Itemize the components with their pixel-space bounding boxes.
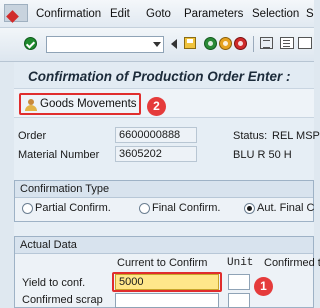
- yield-value: 5000: [119, 276, 144, 288]
- status-label: Status:: [233, 130, 268, 142]
- cancel-icon[interactable]: [234, 37, 247, 50]
- page-title: Confirmation of Production Order Enter :: [28, 69, 291, 84]
- status-value: REL MSP: [272, 130, 320, 142]
- scrap-unit-field[interactable]: [228, 293, 250, 308]
- actual-data-title: Actual Data: [15, 237, 313, 254]
- material-value: 3605202: [119, 148, 162, 160]
- person-icon: [24, 99, 37, 111]
- order-label: Order: [18, 130, 47, 142]
- radio-aut-final-confirm[interactable]: [244, 203, 255, 214]
- scrap-label: Confirmed scrap: [22, 294, 103, 306]
- partial-confirm-label: Partial Confirm.: [35, 202, 111, 214]
- material-field: 3605202: [115, 146, 197, 162]
- radio-partial-confirm[interactable]: [22, 203, 33, 214]
- exit-icon[interactable]: [204, 37, 217, 50]
- command-field[interactable]: [46, 36, 164, 53]
- radio-final-confirm[interactable]: [139, 203, 150, 214]
- title-bar: Confirmation of Production Order Enter :: [14, 62, 314, 88]
- yield-input[interactable]: 5000: [115, 274, 219, 290]
- col-unit: Unit: [227, 257, 254, 269]
- confirmation-type-title: Confirmation Type: [15, 181, 313, 198]
- enter-icon[interactable]: [24, 37, 37, 50]
- goods-movements-label: Goods Movements: [40, 98, 137, 110]
- order-value: 6600000888: [119, 129, 181, 141]
- yield-unit-field[interactable]: [228, 274, 250, 290]
- yield-label: Yield to conf.: [22, 277, 86, 289]
- save-icon[interactable]: [184, 37, 196, 49]
- toolbar-separator: [253, 36, 254, 52]
- menu-bar: Confirmation Edit Goto Parameters Select…: [0, 0, 314, 28]
- menu-edit[interactable]: Edit: [110, 8, 130, 20]
- col-confirmed-to: Confirmed to: [264, 257, 320, 269]
- aut-final-confirm-label: Aut. Final C: [257, 202, 315, 214]
- back-icon[interactable]: [171, 39, 177, 49]
- menu-selection[interactable]: Selection: [252, 8, 299, 20]
- standard-toolbar: [0, 28, 314, 62]
- menu-parameters[interactable]: Parameters: [184, 8, 243, 20]
- material-description: BLU R 50 H: [233, 149, 292, 161]
- confirmation-type-group: Confirmation Type: [14, 180, 314, 222]
- col-current-to-confirm: Current to Confirm: [117, 257, 208, 269]
- find-icon[interactable]: [280, 37, 294, 49]
- callout-badge-1: 1: [254, 277, 273, 296]
- menu-confirmation[interactable]: Confirmation: [36, 8, 101, 20]
- order-field: 6600000888: [115, 127, 197, 143]
- up-icon[interactable]: [219, 37, 232, 50]
- menu-system[interactable]: S: [306, 8, 314, 20]
- print-icon[interactable]: [260, 37, 273, 49]
- material-label: Material Number: [18, 149, 100, 161]
- scrap-input[interactable]: [115, 293, 219, 308]
- chevron-down-icon[interactable]: [153, 42, 161, 47]
- menu-goto[interactable]: Goto: [146, 8, 171, 20]
- callout-badge-2: 2: [147, 97, 166, 116]
- final-confirm-label: Final Confirm.: [152, 202, 221, 214]
- goods-movements-button[interactable]: Goods Movements: [19, 93, 141, 115]
- system-menu-icon[interactable]: [4, 4, 28, 22]
- find-next-icon[interactable]: [298, 37, 312, 49]
